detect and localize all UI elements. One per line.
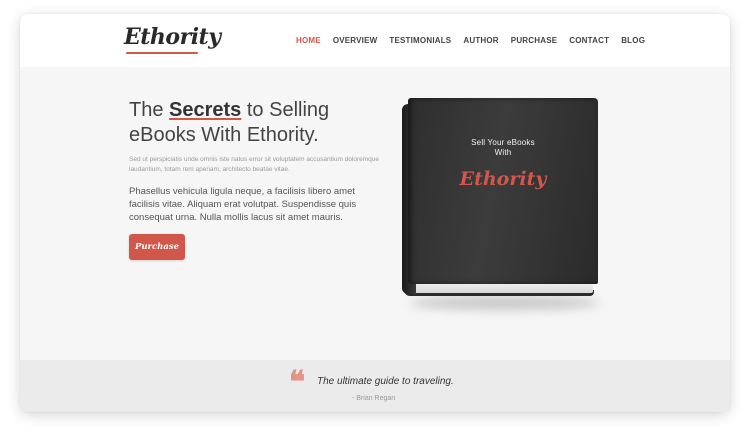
nav-blog[interactable]: BLOG — [621, 36, 645, 45]
hero-title: The Secrets to Selling eBooks With Ethor… — [129, 98, 369, 148]
nav-overview[interactable]: OVERVIEW — [333, 36, 378, 45]
nav-home[interactable]: HOME — [296, 36, 321, 45]
testimonial-quote: The ultimate guide to traveling. — [317, 376, 454, 387]
hero-title-prefix: The — [129, 99, 170, 121]
book-cover: Sell Your eBooks With Ethority — [408, 98, 598, 284]
main-nav: HOME OVERVIEW TESTIMONIALS AUTHOR PURCHA… — [296, 36, 657, 45]
nav-contact[interactable]: CONTACT — [569, 36, 609, 45]
site-logo[interactable]: Ethority — [124, 24, 221, 50]
testimonial-author: - Brian Regan — [352, 395, 396, 402]
quote-icon: ❝ — [289, 365, 306, 400]
purchase-button[interactable]: Purchase — [129, 234, 185, 260]
nav-purchase[interactable]: PURCHASE — [511, 36, 558, 45]
hero-intro-text: Sed ut perspiciatis unde omnis iste natu… — [129, 156, 380, 173]
site-header: Ethority HOME OVERVIEW TESTIMONIALS AUTH… — [20, 14, 730, 67]
testimonial-bar: ❝ The ultimate guide to traveling. - Bri… — [20, 360, 730, 412]
book-cover-line2: With — [494, 148, 512, 157]
book-shadow — [410, 296, 600, 310]
page-frame: Ethority HOME OVERVIEW TESTIMONIALS AUTH… — [20, 14, 730, 412]
logo-underline — [126, 52, 198, 54]
hero-body-text: Phasellus vehicula ligula neque, a facil… — [129, 186, 357, 223]
book-image: Sell Your eBooks With Ethority — [400, 98, 600, 310]
book-cover-logo: Ethority — [459, 168, 547, 190]
book-cover-line1: Sell Your eBooks — [471, 138, 535, 147]
book-cover-text: Sell Your eBooks With — [408, 138, 598, 158]
nav-testimonials[interactable]: TESTIMONIALS — [389, 36, 451, 45]
nav-author[interactable]: AUTHOR — [463, 36, 498, 45]
hero-title-highlight: Secrets — [169, 99, 242, 121]
